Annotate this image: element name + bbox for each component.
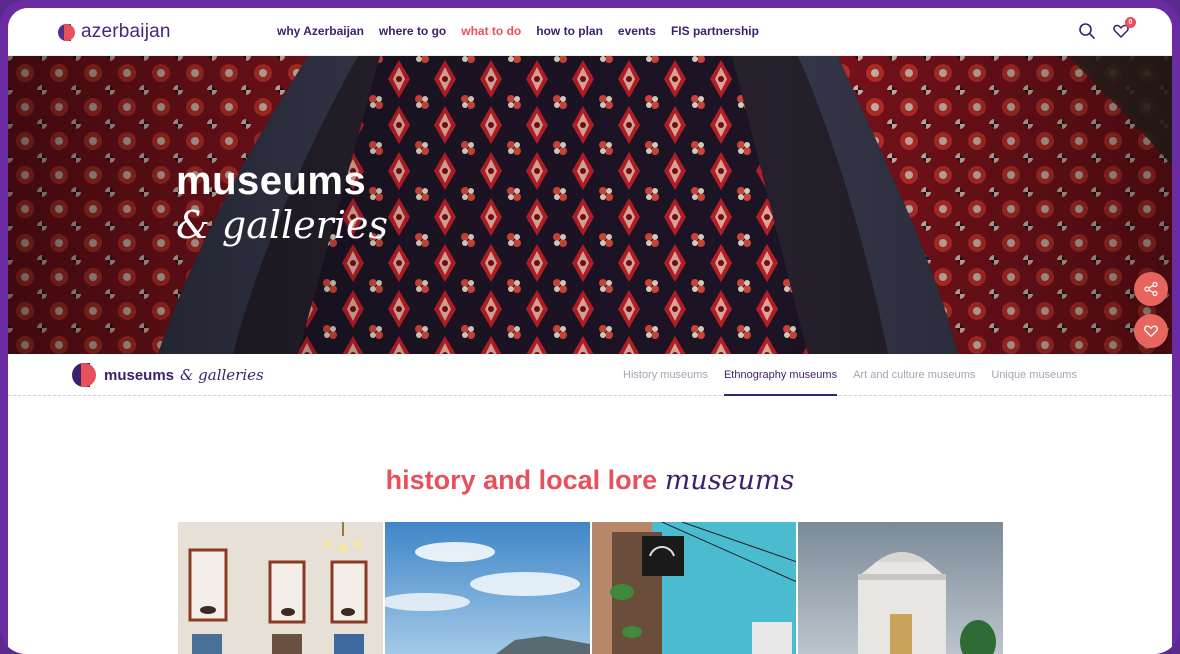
section-subnav: museums & galleries History museums Ethn… (8, 354, 1172, 396)
save-favorite-button[interactable] (1134, 314, 1168, 348)
museum-interior-image (178, 522, 383, 654)
nav-how-to-plan[interactable]: how to plan (536, 24, 603, 38)
museum-card[interactable] (591, 522, 797, 654)
sky-landscape-image (384, 522, 590, 654)
brand-mark-icon (72, 363, 96, 387)
museum-card[interactable] (384, 522, 590, 654)
hero-title-italic: & galleries (176, 203, 388, 247)
browser-viewport: azerbaijan why Azerbaijan where to go wh… (8, 8, 1172, 654)
share-icon (1144, 281, 1158, 297)
nav-what-to-do[interactable]: what to do (461, 24, 521, 38)
subnav-brand-italic: & galleries (180, 366, 264, 384)
logo-text: azerbaijan (81, 21, 171, 42)
hero-banner: museums & galleries (8, 56, 1172, 354)
tab-art-culture-museums[interactable]: Art and culture museums (853, 354, 975, 396)
header-actions: 0 (1078, 17, 1136, 40)
museum-card[interactable] (798, 522, 1003, 654)
museum-card[interactable] (178, 522, 383, 654)
section-title-italic: museums (664, 465, 795, 496)
search-icon[interactable] (1078, 22, 1096, 40)
tab-ethnography-museums[interactable]: Ethnography museums (723, 354, 838, 396)
nav-where-to-go[interactable]: where to go (379, 24, 446, 38)
mausoleum-image (798, 522, 1003, 654)
main-nav: why Azerbaijan where to go what to do ho… (277, 24, 774, 38)
section-title: history and local lore museums (8, 463, 1172, 498)
nav-why-azerbaijan[interactable]: why Azerbaijan (277, 24, 364, 38)
device-frame: azerbaijan why Azerbaijan where to go wh… (0, 0, 1180, 654)
top-navigation: azerbaijan why Azerbaijan where to go wh… (8, 8, 1172, 56)
site-logo[interactable]: azerbaijan (58, 20, 171, 44)
section-title-bold: history and local lore (385, 465, 658, 495)
tab-history-museums[interactable]: History museums (623, 354, 708, 396)
museum-cards (178, 522, 1003, 654)
hero-title-bold: museums (176, 159, 367, 203)
favorites-count-badge: 0 (1125, 17, 1136, 28)
hero-title: museums & galleries (176, 160, 388, 248)
subnav-brand-bold: museums (104, 366, 175, 384)
tab-unique-museums[interactable]: Unique museums (991, 354, 1077, 396)
nav-events[interactable]: events (618, 24, 656, 38)
logo-mark-icon (58, 23, 75, 41)
heart-icon (1144, 325, 1158, 337)
street-view-image (591, 522, 797, 654)
share-button[interactable] (1134, 272, 1168, 306)
subnav-brand[interactable]: museums & galleries (72, 363, 264, 387)
favorites-button[interactable]: 0 (1112, 17, 1136, 40)
museum-category-tabs: History museums Ethnography museums Art … (623, 354, 1093, 396)
nav-fis-partnership[interactable]: FIS partnership (671, 24, 759, 38)
